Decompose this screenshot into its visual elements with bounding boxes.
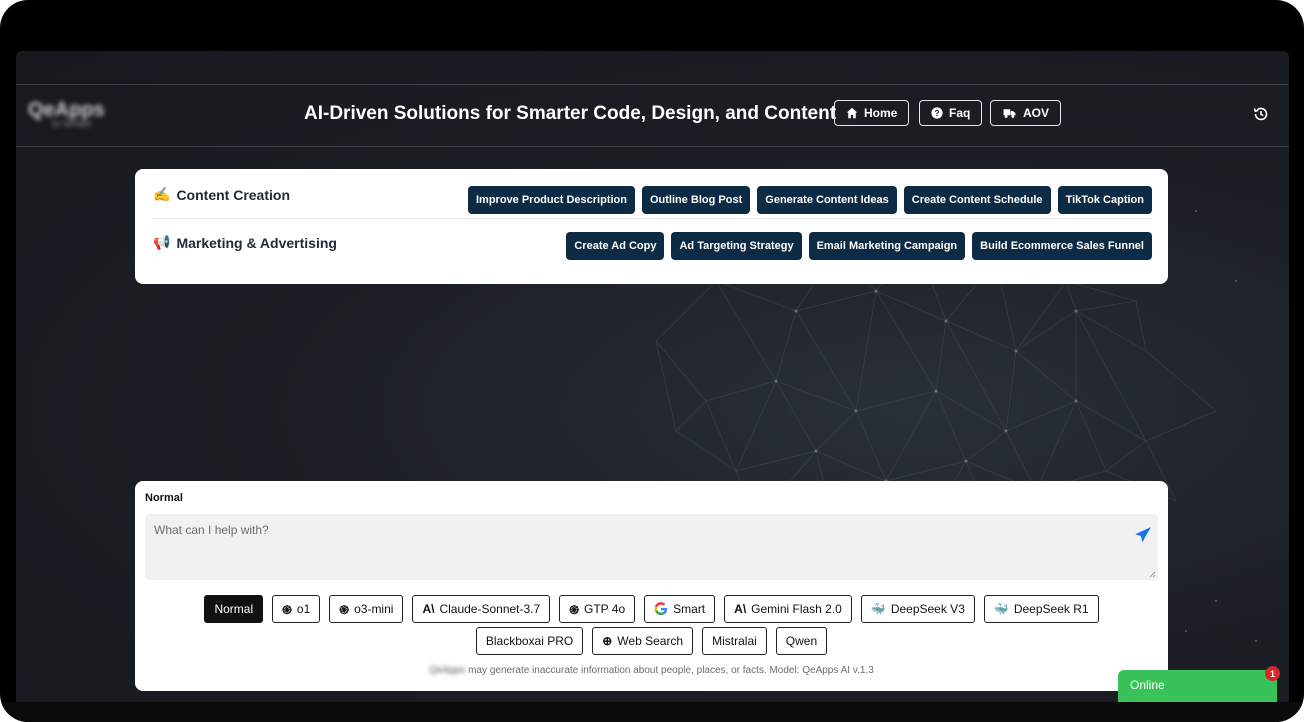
model-smart-button[interactable]: Smart (644, 595, 716, 623)
truck-icon (1003, 109, 1016, 118)
disclaimer-brand: QeApps (429, 665, 466, 676)
logo-subtext: by QeApps (52, 119, 92, 128)
chat-composer: Normal Normal ֍ o1 ֍ o3-mini A\ (135, 481, 1168, 691)
model-gemini-flash-button[interactable]: A\ Gemini Flash 2.0 (724, 595, 852, 623)
model-label: Mistralai (712, 634, 757, 648)
create-ad-copy-button[interactable]: Create Ad Copy (566, 232, 665, 260)
notification-badge: 1 (1265, 666, 1280, 681)
home-button-label: Home (864, 106, 898, 120)
model-label: DeepSeek V3 (890, 602, 965, 616)
logo[interactable]: QeApps by QeApps (28, 99, 116, 129)
faq-button[interactable]: ? Faq (919, 100, 983, 126)
resize-grip-icon[interactable] (1149, 571, 1156, 578)
model-mistralai-button[interactable]: Mistralai (702, 627, 767, 655)
model-gpt-4o-button[interactable]: ֍ GTP 4o (559, 595, 636, 623)
page-title: AI-Driven Solutions for Smarter Code, De… (304, 103, 837, 124)
history-icon[interactable] (1253, 106, 1271, 124)
openai-icon: ֍ (282, 602, 292, 617)
app-screen: QeApps by QeApps AI-Driven Solutions for… (16, 51, 1289, 702)
question-circle-icon: ? (931, 107, 943, 119)
aov-button[interactable]: AOV (990, 100, 1062, 126)
top-strip (16, 51, 1289, 85)
model-selector-row: Normal ֍ o1 ֍ o3-mini A\ Claude-Sonnet-3… (135, 595, 1168, 623)
action-chips: Create Ad Copy Ad Targeting Strategy Ema… (566, 232, 1152, 260)
model-o3-mini-button[interactable]: ֍ o3-mini (329, 595, 404, 623)
megaphone-icon: 📢 (153, 234, 171, 250)
ad-targeting-strategy-button[interactable]: Ad Targeting Strategy (671, 232, 802, 260)
model-qwen-button[interactable]: Qwen (775, 627, 828, 655)
home-icon (846, 107, 858, 119)
create-content-schedule-button[interactable]: Create Content Schedule (903, 186, 1051, 214)
tiktok-caption-button[interactable]: TikTok Caption (1057, 186, 1152, 214)
model-label: Claude-Sonnet-3.7 (439, 602, 541, 616)
model-label: GTP 4o (584, 602, 626, 616)
pencil-emoji-icon: ✍ (153, 186, 171, 202)
category-label: ✍ Content Creation (153, 186, 290, 203)
disclaimer-body: may generate inaccurate information abou… (465, 665, 874, 676)
disclaimer-text: QeApps may generate inaccurate informati… (135, 665, 1168, 676)
deepseek-whale-icon: 🐳 (993, 602, 1009, 616)
device-frame: QeApps by QeApps AI-Driven Solutions for… (0, 0, 1304, 722)
model-label: Smart (673, 602, 706, 616)
mode-label: Normal (145, 492, 183, 504)
model-label: o1 (296, 602, 311, 616)
anthropic-icon: A\ (734, 602, 747, 616)
category-title: Content Creation (176, 186, 290, 203)
model-label: Blackboxai PRO (485, 634, 574, 648)
model-label: Gemini Flash 2.0 (751, 602, 842, 616)
home-button[interactable]: Home (834, 100, 910, 126)
category-label: 📢 Marketing & Advertising (153, 234, 337, 251)
model-blackboxai-pro-button[interactable]: Blackboxai PRO (475, 627, 584, 655)
chat-widget-status: Online (1130, 678, 1165, 692)
aov-button-label: AOV (1023, 106, 1050, 120)
logo-text: QeApps (28, 99, 105, 121)
deepseek-whale-icon: 🐳 (870, 602, 886, 616)
category-marketing-advertising: 📢 Marketing & Advertising Create Ad Copy… (153, 220, 1152, 266)
model-label: DeepSeek R1 (1013, 602, 1089, 616)
paper-plane-icon[interactable] (1135, 527, 1151, 543)
prompt-input[interactable] (145, 514, 1158, 580)
model-label: o3-mini (354, 602, 394, 616)
email-marketing-campaign-button[interactable]: Email Marketing Campaign (808, 232, 966, 260)
generate-content-ideas-button[interactable]: Generate Content Ideas (757, 186, 897, 214)
action-chips: Improve Product Description Outline Blog… (468, 186, 1152, 214)
globe-icon: ⊕ (602, 634, 613, 648)
category-title: Marketing & Advertising (176, 234, 337, 251)
svg-text:?: ? (934, 109, 939, 118)
chat-widget-online[interactable]: Online (1118, 670, 1277, 702)
prompt-templates-card: ✍ Content Creation Improve Product Descr… (135, 169, 1168, 284)
model-label: Qwen (785, 634, 818, 648)
build-ecommerce-sales-funnel-button[interactable]: Build Ecommerce Sales Funnel (972, 232, 1152, 260)
category-content-creation: ✍ Content Creation Improve Product Descr… (153, 172, 1152, 219)
improve-product-description-button[interactable]: Improve Product Description (468, 186, 635, 214)
app-header: QeApps by QeApps AI-Driven Solutions for… (16, 84, 1289, 147)
model-label: Web Search (617, 634, 684, 648)
model-deepseek-r1-button[interactable]: 🐳 DeepSeek R1 (983, 595, 1099, 623)
model-claude-sonnet-button[interactable]: A\ Claude-Sonnet-3.7 (412, 595, 551, 623)
outline-blog-post-button[interactable]: Outline Blog Post (641, 186, 751, 214)
google-icon (654, 602, 668, 616)
model-label: Normal (214, 602, 254, 616)
openai-icon: ֍ (339, 602, 350, 617)
model-o1-button[interactable]: ֍ o1 (272, 595, 321, 623)
model-normal-button[interactable]: Normal (204, 595, 264, 623)
anthropic-icon: A\ (422, 602, 435, 616)
faq-button-label: Faq (949, 106, 971, 120)
model-selector-row: Blackboxai PRO ⊕ Web Search Mistralai Qw… (135, 627, 1168, 655)
model-web-search-button[interactable]: ⊕ Web Search (592, 627, 694, 655)
device-bottom-bezel (0, 702, 1304, 722)
openai-icon: ֍ (569, 602, 579, 617)
model-deepseek-v3-button[interactable]: 🐳 DeepSeek V3 (860, 595, 975, 623)
